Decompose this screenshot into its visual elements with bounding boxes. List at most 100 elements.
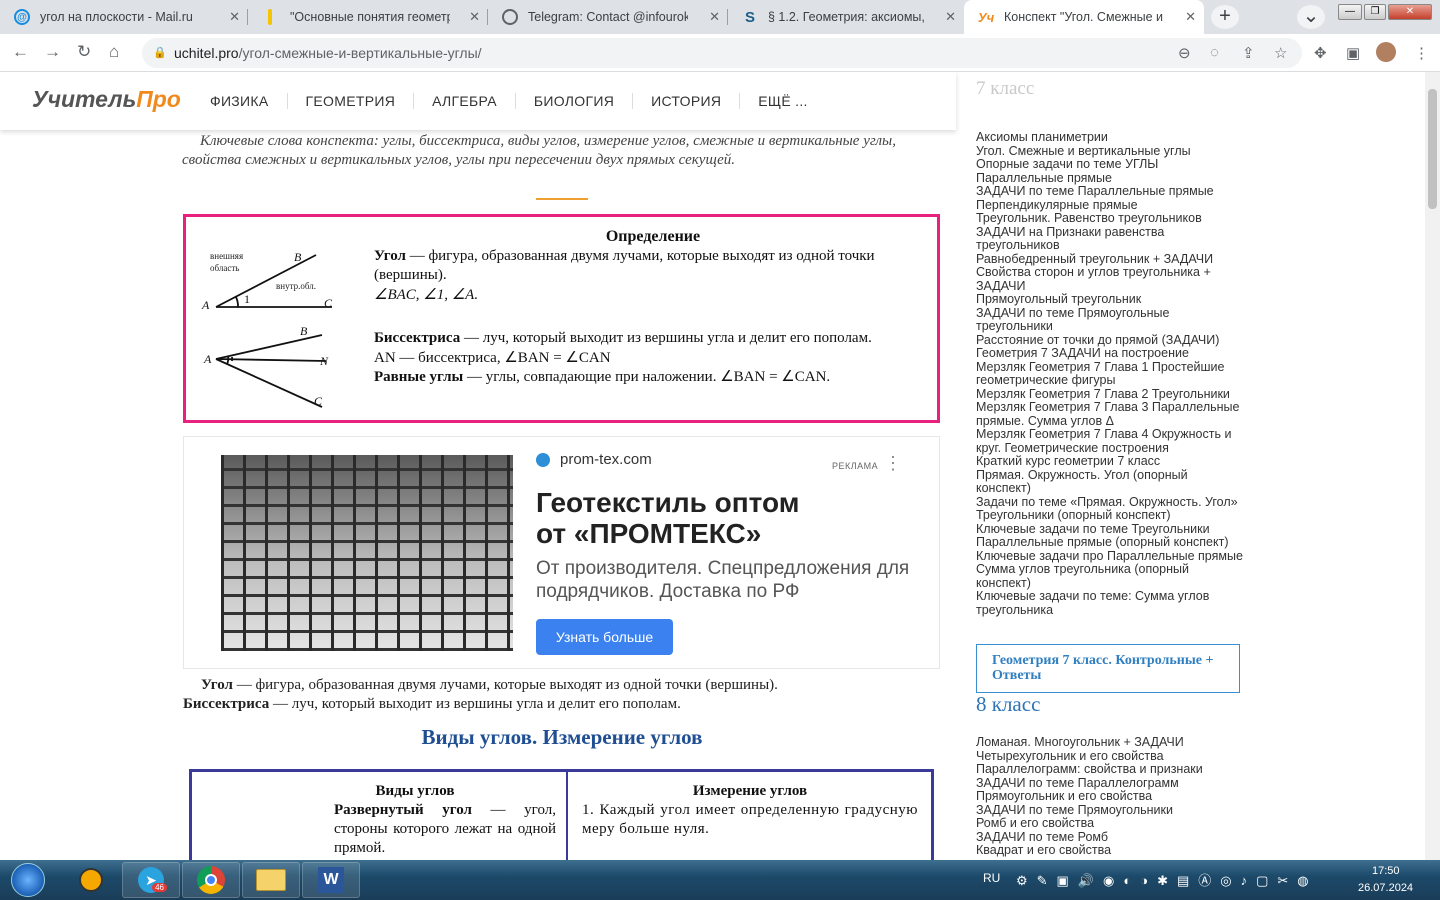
- scrollbar[interactable]: [1425, 72, 1440, 860]
- sidebar-link[interactable]: Ключевые задачи про Параллельные прямые: [976, 549, 1246, 564]
- close-tab-icon[interactable]: ✕: [229, 9, 240, 25]
- sidebar-link[interactable]: Краткий курс геометрии 7 класс: [976, 454, 1246, 469]
- sidebar-link[interactable]: Треугольник. Равенство треугольников: [976, 211, 1246, 226]
- sidebar-link[interactable]: Опорные задачи по теме УГЛЫ: [976, 157, 1246, 172]
- tab-search-button[interactable]: ⌄: [1297, 5, 1325, 29]
- sidebar-link[interactable]: ЗАДАЧИ по теме Прямоугольники: [976, 803, 1246, 818]
- tray-icons[interactable]: ⚙✎▣🔊◉◐◑✱▤Ⓐ◎♪▢✂◍: [1016, 870, 1318, 889]
- sidebar-link[interactable]: Параллельные прямые (опорный конспект): [976, 535, 1246, 550]
- chrome-icon[interactable]: [182, 862, 240, 898]
- sidebar-link[interactable]: ЗАДАЧИ по теме Ромб: [976, 830, 1246, 845]
- sidebar-link[interactable]: Мерзляк Геометрия 7 Глава 2 Треугольники: [976, 387, 1246, 402]
- sidebar-link[interactable]: Угол. Смежные и вертикальные углы: [976, 144, 1246, 159]
- sidebar-link[interactable]: Сумма углов треугольника (опорный конспе…: [976, 562, 1246, 590]
- close-tab-icon[interactable]: ✕: [945, 9, 956, 25]
- summary-paragraph: Угол — фигура, образованная двумя лучами…: [183, 677, 778, 712]
- avatar[interactable]: [1376, 42, 1396, 62]
- tab-telegram[interactable]: Telegram: Contact @infourok_ru_ ✕: [488, 0, 728, 34]
- nav-biologiya[interactable]: БИОЛОГИЯ: [516, 93, 634, 109]
- close-tab-icon[interactable]: ✕: [709, 9, 720, 25]
- sidebar-link[interactable]: Прямоугольный треугольник: [976, 292, 1246, 307]
- mail-icon: @: [14, 9, 30, 25]
- language-indicator[interactable]: RU: [983, 871, 1000, 885]
- back-icon[interactable]: ←: [12, 42, 29, 62]
- home-icon[interactable]: ⌂: [109, 42, 119, 62]
- sidebar-link[interactable]: Геометрия 7 ЗАДАЧИ на построение: [976, 346, 1246, 361]
- sidebar-link[interactable]: Аксиомы планиметрии: [976, 130, 1246, 145]
- side-panel-icon[interactable]: ▣: [1346, 44, 1360, 62]
- sidebar-link[interactable]: Свойства сторон и углов треугольника + З…: [976, 265, 1246, 293]
- word-icon[interactable]: W: [302, 862, 360, 898]
- address-bar: ← → ↻ ⌂ 🔒 uchitel.pro/угол-смежные-и-вер…: [0, 34, 1440, 72]
- sidebar-link[interactable]: Прямая. Окружность. Угол (опорный конспе…: [976, 468, 1246, 496]
- avast-icon[interactable]: [62, 862, 120, 898]
- tab-osnovnye[interactable]: "Основные понятия геометрии. ✕: [248, 0, 488, 34]
- label-c2: C: [314, 394, 323, 408]
- sidebar-link[interactable]: Ключевые задачи по теме Треугольники: [976, 522, 1246, 537]
- new-tab-button[interactable]: +: [1211, 5, 1239, 29]
- label-1: 1: [244, 292, 250, 306]
- more-options-icon[interactable]: ⋮: [884, 453, 902, 474]
- reload-icon[interactable]: ↻: [77, 42, 91, 62]
- explorer-icon[interactable]: [242, 862, 300, 898]
- forward-icon[interactable]: →: [44, 42, 61, 62]
- tests-button[interactable]: Геометрия 7 класс. Контрольные + Ответы: [976, 644, 1240, 693]
- zoom-icon[interactable]: ⊖: [1178, 44, 1191, 62]
- lock-icon: 🔒: [153, 47, 167, 59]
- telegram-icon[interactable]: ➤ 46: [122, 862, 180, 898]
- close-window-button[interactable]: ✕: [1388, 4, 1432, 20]
- clock-time[interactable]: 17:50: [1372, 865, 1400, 877]
- ad-headline[interactable]: Геотекстиль оптом от «ПРОМТЕКС»: [536, 487, 836, 549]
- advertisement[interactable]: prom-tex.com РЕКЛАМА ⋮ Геотекстиль оптом…: [183, 436, 940, 669]
- ad-cta-button[interactable]: Узнать больше: [536, 619, 673, 655]
- sidebar-link[interactable]: ЗАДАЧИ по теме Параллельные прямые: [976, 184, 1246, 199]
- sidebar-link[interactable]: Равнобедренный треугольник + ЗАДАЧИ: [976, 252, 1246, 267]
- nav-istoriya[interactable]: ИСТОРИЯ: [633, 93, 741, 109]
- sidebar-link[interactable]: Параллелограмм: свойства и признаки: [976, 762, 1246, 777]
- angle-diagram: A B C 1 A B N C внешняя область внутр.об…: [201, 250, 333, 408]
- site-logo[interactable]: УчительПро: [32, 86, 181, 113]
- nav-geometriya[interactable]: ГЕОМЕТРИЯ: [288, 93, 415, 109]
- sidebar-link[interactable]: Мерзляк Геометрия 7 Глава 3 Параллельные…: [976, 400, 1246, 428]
- tab-strip: @ угол на плоскости - Mail.ru ✕ "Основны…: [0, 0, 1440, 34]
- sidebar-link[interactable]: Параллельные прямые: [976, 171, 1246, 186]
- scrollbar-thumb[interactable]: [1428, 89, 1437, 209]
- sidebar-link[interactable]: Мерзляк Геометрия 7 Глава 1 Простейшие г…: [976, 360, 1246, 388]
- sidebar-link[interactable]: Задачи по теме «Прямая. Окружность. Угол…: [976, 495, 1246, 510]
- nav-fizika[interactable]: ФИЗИКА: [192, 93, 288, 109]
- close-tab-icon[interactable]: ✕: [469, 9, 480, 25]
- share-icon[interactable]: ⇪: [1242, 44, 1255, 62]
- minimize-button[interactable]: —: [1338, 4, 1362, 20]
- sidebar-link[interactable]: ЗАДАЧИ по теме Параллелограмм: [976, 776, 1246, 791]
- extensions-icon[interactable]: ✥: [1314, 44, 1327, 62]
- eye-off-icon[interactable]: ◌: [1210, 44, 1219, 61]
- sidebar-link[interactable]: Треугольники (опорный конспект): [976, 508, 1246, 523]
- nav-more[interactable]: ЕЩЁ ...: [740, 93, 825, 109]
- sidebar-link[interactable]: Ключевые задачи по теме: Сумма углов тре…: [976, 589, 1246, 617]
- clock-date[interactable]: 26.07.2024: [1358, 882, 1413, 894]
- sidebar-link[interactable]: Ломаная. Многоугольник + ЗАДАЧИ: [976, 735, 1246, 750]
- label-a1: A: [201, 298, 210, 312]
- sidebar-link[interactable]: Мерзляк Геометрия 7 Глава 4 Окружность и…: [976, 427, 1246, 455]
- tab-mail[interactable]: @ угол на плоскости - Mail.ru ✕: [0, 0, 248, 34]
- url-field[interactable]: 🔒 uchitel.pro/угол-смежные-и-вертикальны…: [142, 38, 1302, 68]
- sidebar-link[interactable]: ЗАДАЧИ по теме Прямоугольные треугольник…: [976, 306, 1246, 334]
- ad-image[interactable]: [221, 455, 513, 651]
- ad-domain[interactable]: prom-tex.com: [536, 451, 652, 468]
- sidebar-link[interactable]: Квадрат и его свойства: [976, 843, 1246, 858]
- maximize-button[interactable]: ❐: [1364, 4, 1386, 20]
- close-tab-icon[interactable]: ✕: [1185, 9, 1196, 25]
- tab-geometry[interactable]: S § 1.2. Геометрия: аксиомы, осно ✕: [728, 0, 964, 34]
- menu-icon[interactable]: ⋮: [1414, 44, 1429, 62]
- tab-konspekt[interactable]: Уч Конспект "Угол. Смежные и вер ✕: [964, 0, 1204, 34]
- sidebar-link[interactable]: Перпендикулярные прямые: [976, 198, 1246, 213]
- start-button[interactable]: [4, 862, 52, 898]
- bookmark-star-icon[interactable]: ☆: [1274, 44, 1287, 62]
- nav-algebra[interactable]: АЛГЕБРА: [414, 93, 516, 109]
- sidebar-link[interactable]: Четырехугольник и его свойства: [976, 749, 1246, 764]
- sidebar-link[interactable]: Прямоугольник и его свойства: [976, 789, 1246, 804]
- sidebar-link[interactable]: Ромб и его свойства: [976, 816, 1246, 831]
- article: Ключевые слова конспекта: углы, биссектр…: [182, 130, 942, 860]
- sidebar-link[interactable]: ЗАДАЧИ на Признаки равенства треугольник…: [976, 225, 1246, 253]
- sidebar-link[interactable]: Расстояние от точки до прямой (ЗАДАЧИ): [976, 333, 1246, 348]
